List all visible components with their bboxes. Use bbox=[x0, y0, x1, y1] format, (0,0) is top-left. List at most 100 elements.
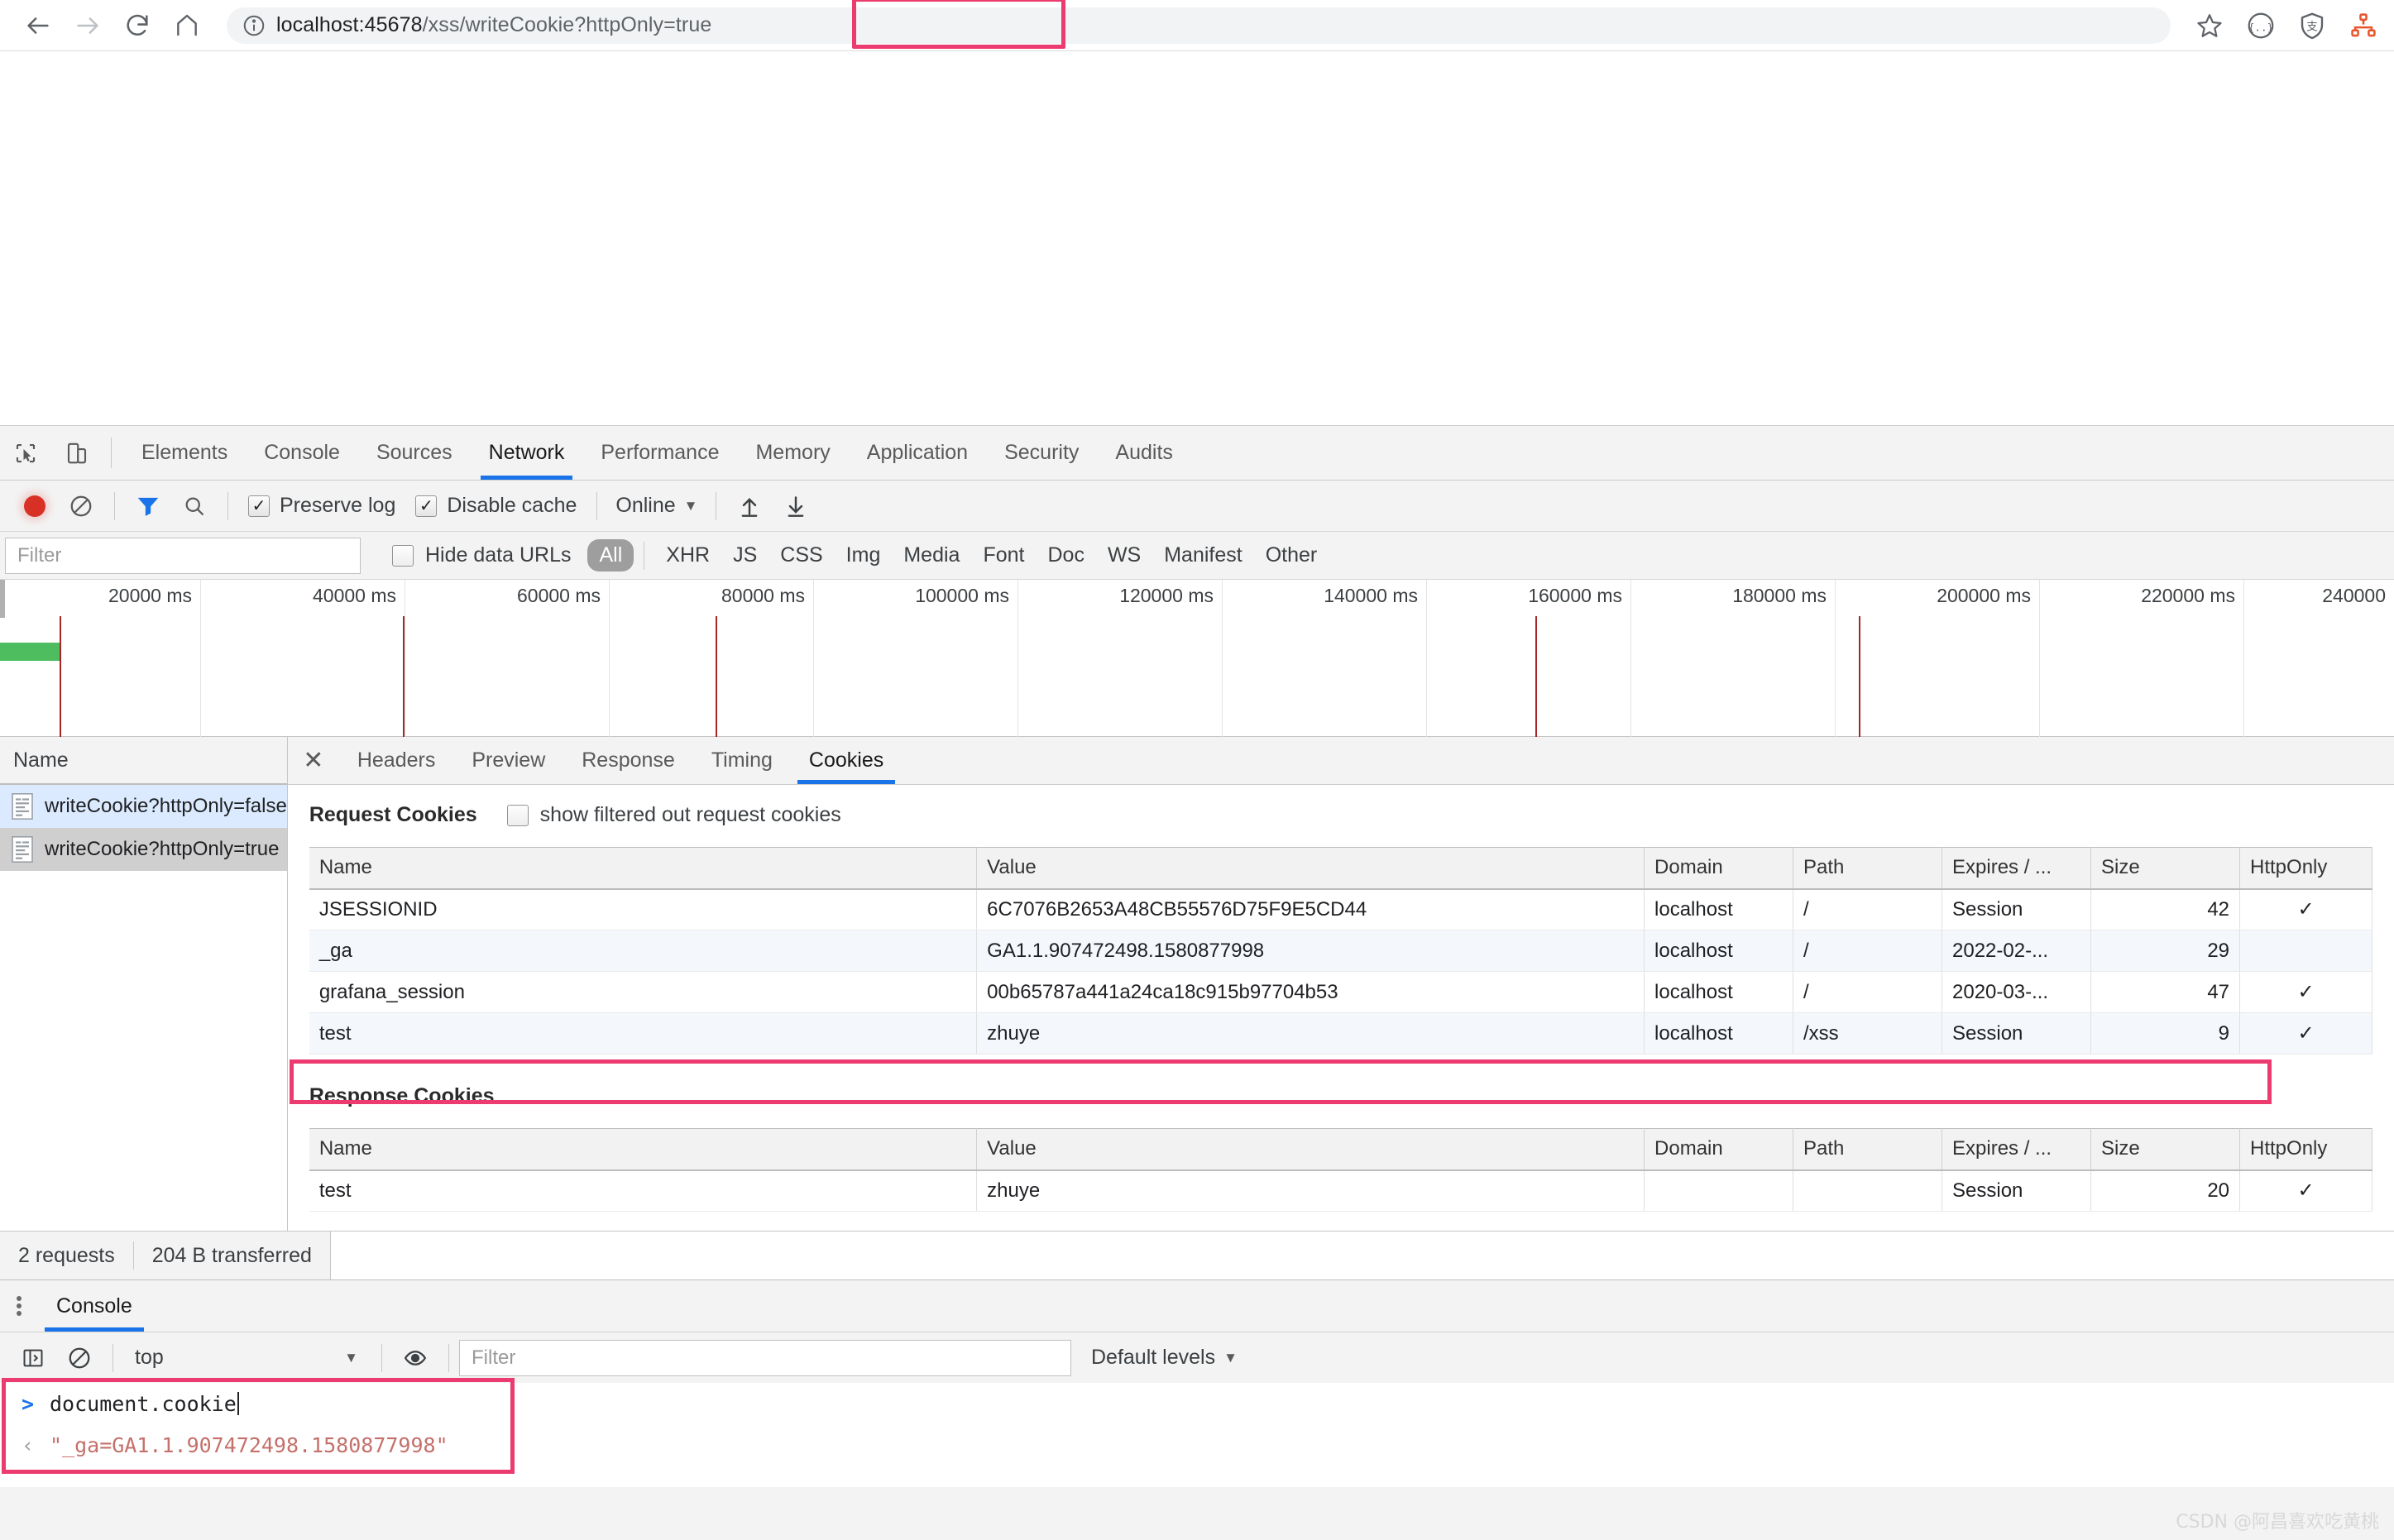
request-row-write-cookie-true[interactable]: writeCookie?httpOnly=true bbox=[0, 828, 287, 871]
inspect-element-icon[interactable] bbox=[0, 426, 51, 480]
request-list-header[interactable]: Name bbox=[0, 737, 287, 785]
type-filter-img[interactable]: Img bbox=[835, 543, 893, 567]
forward-button[interactable] bbox=[63, 1, 113, 50]
table-row[interactable]: test zhuye Session 20 ✓ bbox=[309, 1169, 2373, 1212]
disable-cache-checkbox[interactable]: ✓ Disable cache bbox=[405, 494, 587, 518]
alipay-shield-icon[interactable]: 支 bbox=[2286, 0, 2338, 51]
col-header-httponly[interactable]: HttpOnly bbox=[2239, 1128, 2373, 1171]
table-row-highlighted[interactable]: test zhuye localhost /xss Session 9 ✓ bbox=[309, 1012, 2373, 1055]
col-header-path[interactable]: Path bbox=[1793, 1128, 1943, 1171]
details-tab-cookies[interactable]: Cookies bbox=[791, 737, 902, 784]
filter-toggle-button[interactable] bbox=[125, 483, 171, 529]
col-header-domain[interactable]: Domain bbox=[1644, 847, 1794, 890]
request-row-write-cookie-false[interactable]: writeCookie?httpOnly=false bbox=[0, 785, 287, 828]
tab-application[interactable]: Application bbox=[849, 426, 986, 480]
toolbar-divider bbox=[111, 438, 112, 468]
network-filter-input[interactable]: Filter bbox=[5, 537, 361, 574]
export-har-button[interactable] bbox=[773, 483, 819, 529]
type-filter-doc[interactable]: Doc bbox=[1036, 543, 1095, 567]
bookmark-star-icon[interactable] bbox=[2184, 0, 2235, 51]
col-header-domain[interactable]: Domain bbox=[1644, 1128, 1794, 1171]
type-filter-all[interactable]: All bbox=[587, 539, 634, 572]
site-info-icon[interactable] bbox=[242, 13, 266, 38]
close-icon[interactable]: ✕ bbox=[288, 737, 339, 784]
tab-performance[interactable]: Performance bbox=[582, 426, 737, 480]
network-overview-timeline[interactable]: 20000 ms 40000 ms 60000 ms 80000 ms 1000… bbox=[0, 580, 2394, 737]
details-tab-preview[interactable]: Preview bbox=[453, 737, 563, 784]
reload-button[interactable] bbox=[113, 1, 162, 50]
console-input-line[interactable]: > document.cookie bbox=[0, 1383, 2394, 1424]
details-tab-response[interactable]: Response bbox=[563, 737, 693, 784]
table-row[interactable]: grafana_session 00b65787a441a24ca18c915b… bbox=[309, 971, 2373, 1013]
console-clear-icon[interactable] bbox=[56, 1335, 103, 1381]
details-tab-timing[interactable]: Timing bbox=[693, 737, 791, 784]
table-row[interactable]: _ga GA1.1.907472498.1580877998 localhost… bbox=[309, 930, 2373, 972]
col-header-value[interactable]: Value bbox=[976, 847, 1645, 890]
home-button[interactable] bbox=[162, 1, 212, 50]
search-icon[interactable] bbox=[171, 483, 218, 529]
col-header-name[interactable]: Name bbox=[309, 847, 978, 890]
drawer-tab-label: Console bbox=[56, 1294, 132, 1318]
col-header-value[interactable]: Value bbox=[976, 1128, 1645, 1171]
cookie-name: JSESSIONID bbox=[309, 888, 978, 930]
throttling-select[interactable]: Online ▼ bbox=[607, 494, 706, 518]
table-row[interactable]: JSESSIONID 6C7076B2653A48CB55576D75F9E5C… bbox=[309, 888, 2373, 930]
response-cookies-title: Response Cookies bbox=[309, 1084, 495, 1107]
col-header-expires[interactable]: Expires / ... bbox=[1942, 847, 2092, 890]
request-cookies-header: Request Cookies show filtered out reques… bbox=[309, 803, 2372, 827]
tab-memory[interactable]: Memory bbox=[737, 426, 848, 480]
type-filter-manifest[interactable]: Manifest bbox=[1152, 543, 1253, 567]
divider bbox=[596, 491, 598, 520]
record-button[interactable] bbox=[12, 483, 58, 529]
type-filter-css[interactable]: CSS bbox=[768, 543, 834, 567]
type-filter-media[interactable]: Media bbox=[892, 543, 971, 567]
back-button[interactable] bbox=[13, 1, 63, 50]
details-tab-headers[interactable]: Headers bbox=[339, 737, 454, 784]
tab-elements[interactable]: Elements bbox=[123, 426, 246, 480]
divider bbox=[381, 1343, 382, 1372]
col-header-size[interactable]: Size bbox=[2090, 1128, 2241, 1171]
resource-type-filters: All XHR JS CSS Img Media Font Doc WS Man… bbox=[587, 539, 1329, 572]
col-header-size[interactable]: Size bbox=[2090, 847, 2241, 890]
type-filter-xhr[interactable]: XHR bbox=[654, 543, 721, 567]
cookie-httponly: ✓ bbox=[2239, 1169, 2373, 1212]
console-sidebar-toggle-icon[interactable] bbox=[10, 1335, 56, 1381]
console-filter-input[interactable]: Filter bbox=[459, 1339, 1071, 1376]
clear-button[interactable] bbox=[58, 483, 104, 529]
device-toolbar-icon[interactable] bbox=[51, 426, 103, 480]
json-viewer-icon[interactable]: {..} bbox=[2235, 0, 2286, 51]
chevron-down-icon: ▼ bbox=[683, 497, 698, 514]
drawer-tab-console[interactable]: Console bbox=[38, 1280, 151, 1332]
type-filter-js[interactable]: JS bbox=[721, 543, 768, 567]
preserve-log-checkbox[interactable]: ✓ Preserve log bbox=[238, 494, 405, 518]
col-header-expires[interactable]: Expires / ... bbox=[1942, 1128, 2092, 1171]
cookie-name: grafana_session bbox=[309, 971, 978, 1013]
execution-context-value: top bbox=[135, 1346, 164, 1369]
show-filtered-cookies-checkbox[interactable]: show filtered out request cookies bbox=[506, 803, 841, 827]
cookie-expires: Session bbox=[1942, 1169, 2092, 1212]
type-filter-ws[interactable]: WS bbox=[1096, 543, 1152, 567]
address-bar-url[interactable]: localhost:45678/xss/writeCookie?httpOnly… bbox=[276, 13, 711, 37]
address-bar[interactable]: localhost:45678/xss/writeCookie?httpOnly… bbox=[227, 0, 2171, 49]
import-har-button[interactable] bbox=[726, 483, 773, 529]
col-header-httponly[interactable]: HttpOnly bbox=[2239, 847, 2373, 890]
sitemap-extension-icon[interactable] bbox=[2338, 0, 2389, 51]
details-tab-label: Cookies bbox=[808, 748, 884, 772]
tab-network[interactable]: Network bbox=[471, 426, 583, 480]
type-filter-label: Media bbox=[903, 543, 960, 567]
more-tools-icon[interactable] bbox=[0, 1280, 38, 1332]
tab-console[interactable]: Console bbox=[246, 426, 358, 480]
execution-context-select[interactable]: top ▼ bbox=[123, 1346, 371, 1370]
tab-audits[interactable]: Audits bbox=[1097, 426, 1190, 480]
request-cookies-table: Name Value Domain Path Expires / ... Siz… bbox=[309, 847, 2373, 1055]
tab-security[interactable]: Security bbox=[986, 426, 1097, 480]
hide-data-urls-checkbox[interactable]: Hide data URLs bbox=[392, 543, 571, 567]
console-levels-select[interactable]: Default levels ▼ bbox=[1091, 1346, 1238, 1370]
col-header-name[interactable]: Name bbox=[309, 1128, 978, 1171]
type-filter-font[interactable]: Font bbox=[971, 543, 1036, 567]
col-header-path[interactable]: Path bbox=[1793, 847, 1943, 890]
type-filter-other[interactable]: Other bbox=[1254, 543, 1329, 567]
tab-sources[interactable]: Sources bbox=[358, 426, 471, 480]
live-expression-eye-icon[interactable] bbox=[392, 1335, 438, 1381]
overview-event-line bbox=[1535, 616, 1537, 737]
